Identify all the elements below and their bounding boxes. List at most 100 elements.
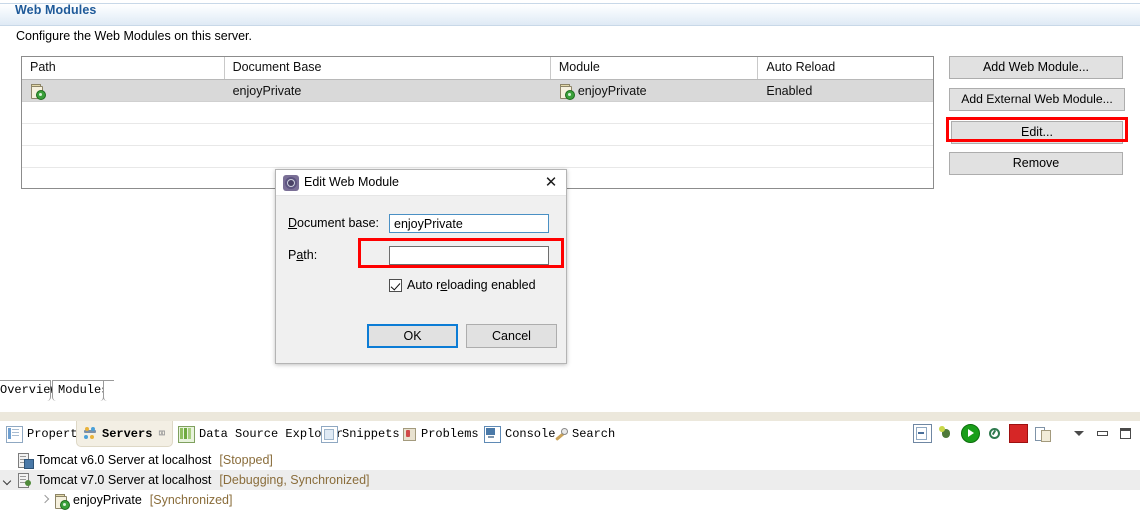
web-module-icon xyxy=(559,83,575,100)
status-badge-tomcat-v60: [Stopped] xyxy=(219,453,273,467)
dialog-title: Edit Web Module xyxy=(304,175,399,189)
module-gear-icon xyxy=(283,175,299,191)
cell-empty xyxy=(225,146,551,167)
form-header-band xyxy=(0,3,1140,26)
column-header-module[interactable]: Module xyxy=(551,57,759,79)
auto-reloading-enabled-checkbox[interactable]: Auto reloading enabled xyxy=(389,278,536,292)
edit-button[interactable]: Edit... xyxy=(951,121,1123,144)
table-row[interactable]: enjoyPrivate enjoyPrivate Enabled xyxy=(22,80,933,102)
cancel-button[interactable]: Cancel xyxy=(466,324,557,348)
maximize-icon[interactable] xyxy=(1117,425,1134,442)
table-header-row: Path Document Base Module Auto Reload xyxy=(22,57,933,80)
snippets-icon xyxy=(321,425,338,443)
cell-empty xyxy=(551,102,759,123)
view-toolbar xyxy=(913,424,1134,443)
status-badge-tomcat-v70: [Debugging, Synchronized] xyxy=(219,473,370,487)
checkbox-check-icon[interactable] xyxy=(389,278,402,292)
tab-snippets-label: Snippets xyxy=(342,427,400,441)
tab-problems-label: Problems xyxy=(421,427,479,441)
column-header-auto-reload[interactable]: Auto Reload xyxy=(758,57,933,79)
chevron-down-icon[interactable] xyxy=(0,470,16,490)
add-web-module-button[interactable]: Add Web Module... xyxy=(949,56,1123,79)
path-label-rest: th: xyxy=(303,248,318,262)
tab-problems[interactable]: Problems xyxy=(396,421,485,447)
debug-icon[interactable] xyxy=(938,425,955,442)
auto-reloading-label: Auto reloading enabled xyxy=(407,278,536,292)
cell-module[interactable]: enjoyPrivate xyxy=(551,80,759,101)
auto-reloading-label-rest: loading enabled xyxy=(447,278,536,292)
document-base-label-mnemonic: D xyxy=(288,216,298,230)
cell-empty xyxy=(758,124,933,145)
console-icon xyxy=(484,425,501,443)
collapse-all-icon[interactable] xyxy=(913,424,932,443)
tab-overview[interactable]: Overview xyxy=(0,380,58,401)
cell-empty xyxy=(22,102,225,123)
cell-document-base[interactable]: enjoyPrivate xyxy=(225,80,551,101)
close-icon[interactable]: ⌧ xyxy=(158,426,165,441)
server-stopped-icon xyxy=(16,452,34,469)
table-row-empty[interactable] xyxy=(22,146,933,168)
cell-empty xyxy=(22,168,225,188)
cell-module-text: enjoyPrivate xyxy=(577,83,647,98)
servers-tree[interactable]: Tomcat v6.0 Server at localhost [Stopped… xyxy=(0,450,1140,510)
tab-snippets[interactable]: Snippets xyxy=(315,421,406,447)
minimize-icon[interactable] xyxy=(1094,425,1111,442)
page-description: Configure the Web Modules on this server… xyxy=(16,29,253,43)
properties-icon xyxy=(6,425,23,443)
search-icon xyxy=(553,427,568,442)
view-menu-icon[interactable] xyxy=(1071,425,1088,442)
chevron-right-icon[interactable] xyxy=(38,490,54,510)
cell-empty xyxy=(758,102,933,123)
web-module-icon xyxy=(54,493,70,510)
profile-icon[interactable] xyxy=(986,425,1003,442)
cell-auto-reload[interactable]: Enabled xyxy=(758,80,933,101)
problems-icon xyxy=(402,427,417,442)
tab-modules[interactable]: Modules xyxy=(52,380,108,401)
tree-row-tomcat-v70[interactable]: Tomcat v7.0 Server at localhost [Debuggi… xyxy=(0,470,1140,490)
document-base-label-rest: ocument base: xyxy=(297,216,380,230)
cell-empty xyxy=(225,102,551,123)
servers-icon xyxy=(83,426,98,441)
servers-view: Properties Servers ⌧ Data Source Explore… xyxy=(0,421,1140,511)
tree-row-enjoyprivate[interactable]: enjoyPrivate [Synchronized] xyxy=(0,490,1140,510)
run-icon[interactable] xyxy=(961,424,980,443)
page-title: Web Modules xyxy=(15,3,97,17)
ok-button[interactable]: OK xyxy=(367,324,458,348)
cell-path[interactable] xyxy=(22,80,225,101)
cell-empty xyxy=(22,124,225,145)
tree-row-tomcat-v60[interactable]: Tomcat v6.0 Server at localhost [Stopped… xyxy=(0,450,1140,470)
cell-empty xyxy=(22,146,225,167)
path-field[interactable] xyxy=(389,246,549,265)
document-base-field[interactable] xyxy=(389,214,549,233)
dialog-titlebar[interactable]: Edit Web Module ✕ xyxy=(276,170,566,196)
table-row-empty[interactable] xyxy=(22,102,933,124)
tree-label-tomcat-v70: Tomcat v7.0 Server at localhost xyxy=(37,473,212,487)
cell-empty xyxy=(551,146,759,167)
cell-empty xyxy=(758,168,933,188)
tab-search[interactable]: Search xyxy=(547,421,621,447)
close-icon[interactable]: ✕ xyxy=(540,172,562,194)
tab-search-label: Search xyxy=(572,427,616,441)
view-tab-bar: Properties Servers ⌧ Data Source Explore… xyxy=(0,421,930,447)
tree-label-enjoyprivate: enjoyPrivate xyxy=(73,493,142,507)
tab-servers[interactable]: Servers ⌧ xyxy=(76,421,173,447)
data-source-explorer-icon xyxy=(178,425,195,443)
remove-button[interactable]: Remove xyxy=(949,152,1123,175)
tab-servers-label: Servers xyxy=(102,426,153,441)
add-external-web-module-button[interactable]: Add External Web Module... xyxy=(949,88,1125,111)
tree-label-tomcat-v60: Tomcat v6.0 Server at localhost xyxy=(37,453,212,467)
tab-trail-filler xyxy=(103,380,114,401)
view-stack-separator xyxy=(0,412,1140,421)
auto-reloading-label-pre: Auto r xyxy=(407,278,441,292)
publish-icon[interactable] xyxy=(1034,425,1051,442)
column-header-document-base[interactable]: Document Base xyxy=(225,57,551,79)
status-badge-enjoyprivate: [Synchronized] xyxy=(149,493,233,507)
cell-empty xyxy=(758,146,933,167)
column-header-path[interactable]: Path xyxy=(22,57,225,79)
web-modules-editor: Web Modules Configure the Web Modules on… xyxy=(0,0,1140,411)
document-base-label: Document base: xyxy=(288,216,379,230)
table-row-empty[interactable] xyxy=(22,124,933,146)
web-module-icon xyxy=(30,83,46,100)
stop-icon[interactable] xyxy=(1009,424,1028,443)
server-debugging-icon xyxy=(16,472,32,488)
